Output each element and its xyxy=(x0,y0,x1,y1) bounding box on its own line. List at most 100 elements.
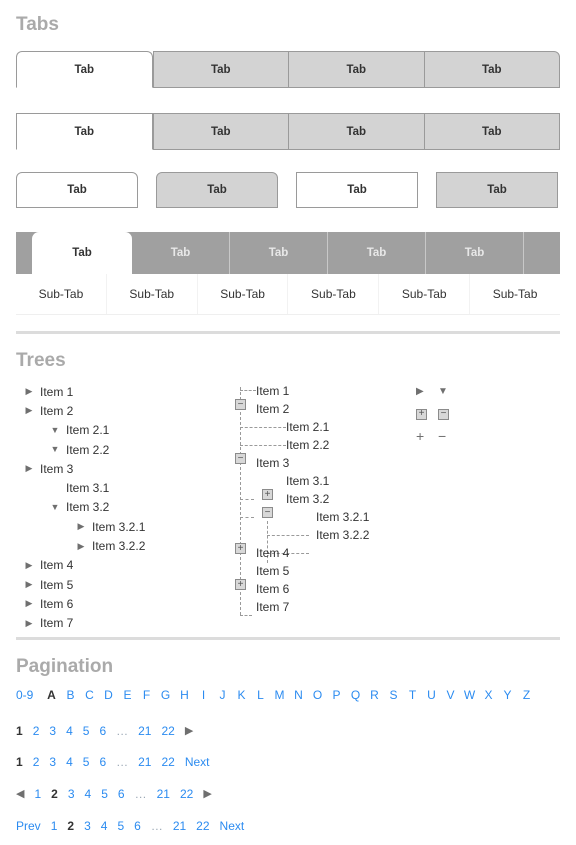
page-link[interactable]: 4 xyxy=(85,787,92,801)
tree-node[interactable]: Item 2 xyxy=(256,400,289,418)
alpha-link[interactable]: D xyxy=(99,688,118,702)
dark-tab-item[interactable]: Tab xyxy=(426,232,524,274)
alpha-link[interactable]: B xyxy=(61,688,80,702)
tab-item[interactable]: Tab xyxy=(16,51,153,88)
tree-node[interactable]: Item 6 xyxy=(256,580,289,598)
tree-node[interactable]: ▶ Item 6 xyxy=(22,594,222,613)
alpha-link[interactable]: Z xyxy=(517,688,536,702)
alpha-link[interactable]: F xyxy=(137,688,156,702)
page-link[interactable]: 2 xyxy=(67,819,74,833)
alpha-link[interactable]: N xyxy=(289,688,308,702)
triangle-right-icon[interactable]: ▶ xyxy=(22,560,36,570)
tree-node[interactable]: Item 2.1 xyxy=(286,418,329,436)
alpha-link[interactable]: A xyxy=(42,688,61,702)
page-link[interactable]: 5 xyxy=(83,755,90,769)
page-link[interactable]: 4 xyxy=(66,755,73,769)
tree-node[interactable]: Item 3.2.1 xyxy=(316,508,369,526)
page-link[interactable]: 5 xyxy=(101,787,108,801)
triangle-right-icon[interactable]: ▶ xyxy=(22,580,36,589)
alpha-link[interactable]: I xyxy=(194,688,213,702)
sub-tab-item[interactable]: Sub-Tab xyxy=(288,274,380,314)
page-link[interactable]: 6 xyxy=(134,819,141,833)
minus-box-icon[interactable]: − xyxy=(235,399,246,410)
triangle-left-icon[interactable]: ◀ xyxy=(16,788,24,800)
page-link[interactable]: 3 xyxy=(68,787,75,801)
tree-node[interactable]: ▶ Item 4 xyxy=(22,556,222,575)
sub-tab-item[interactable]: Sub-Tab xyxy=(198,274,289,314)
dark-tab-item[interactable]: Tab xyxy=(230,232,328,274)
triangle-right-icon[interactable]: ▶ xyxy=(22,387,36,396)
plus-box-icon[interactable]: + xyxy=(416,408,427,420)
page-link[interactable]: 3 xyxy=(49,755,56,769)
tree-node[interactable]: Item 4 xyxy=(256,544,289,562)
tree-node[interactable]: Item 5 xyxy=(256,562,289,580)
tree-node[interactable]: Item 2.2 xyxy=(286,436,329,454)
alpha-link[interactable]: G xyxy=(156,688,175,702)
page-link[interactable]: 6 xyxy=(118,787,125,801)
page-link[interactable]: 21 xyxy=(173,819,186,833)
minus-box-icon[interactable]: − xyxy=(438,408,449,420)
alpha-link[interactable]: Q xyxy=(346,688,365,702)
prev-link[interactable]: Prev xyxy=(16,819,41,833)
tab-item[interactable]: Tab xyxy=(436,172,558,208)
page-link[interactable]: 1 xyxy=(34,787,41,801)
triangle-down-icon[interactable]: ▼ xyxy=(48,425,62,435)
tree-node[interactable]: Item 3 xyxy=(256,454,289,472)
sub-tab-item[interactable]: Sub-Tab xyxy=(470,274,560,314)
alpha-link[interactable]: M xyxy=(270,688,289,702)
triangle-right-icon[interactable]: ▶ xyxy=(185,725,193,737)
tree-node[interactable]: Item 3.1 xyxy=(48,478,222,497)
page-link[interactable]: 6 xyxy=(99,724,106,738)
tree-node[interactable]: ▼ Item 2.1 xyxy=(48,421,222,440)
alpha-link[interactable]: Y xyxy=(498,688,517,702)
triangle-right-icon[interactable]: ▶ xyxy=(22,618,36,628)
triangle-down-icon[interactable]: ▼ xyxy=(48,502,62,512)
sub-tab-item[interactable]: Sub-Tab xyxy=(379,274,471,314)
next-link[interactable]: Next xyxy=(220,819,245,833)
plus-box-icon[interactable]: + xyxy=(235,543,246,554)
tree-node[interactable]: ▶ Item 3 xyxy=(22,459,222,478)
page-link[interactable]: 3 xyxy=(84,819,91,833)
tree-node[interactable]: ▶ Item 1 xyxy=(22,382,222,401)
page-link[interactable]: 1 xyxy=(51,819,58,833)
page-link[interactable]: 21 xyxy=(138,724,151,738)
alpha-link[interactable]: V xyxy=(441,688,460,702)
tab-item[interactable]: Tab xyxy=(156,172,278,208)
page-link[interactable]: 2 xyxy=(51,787,58,801)
page-link[interactable]: 22 xyxy=(196,819,209,833)
page-link[interactable]: 1 xyxy=(16,724,23,738)
sub-tab-item[interactable]: Sub-Tab xyxy=(16,274,107,314)
triangle-down-icon[interactable]: ▼ xyxy=(48,445,62,454)
tab-item[interactable]: Tab xyxy=(423,113,560,150)
triangle-down-icon[interactable]: ▼ xyxy=(438,387,448,397)
page-link[interactable]: 5 xyxy=(117,819,124,833)
triangle-right-icon[interactable]: ▶ xyxy=(416,387,424,397)
alpha-link[interactable]: X xyxy=(479,688,498,702)
dark-tab-item[interactable]: Tab xyxy=(132,232,230,274)
alpha-link[interactable]: U xyxy=(422,688,441,702)
alpha-link[interactable]: L xyxy=(251,688,270,702)
tab-item[interactable]: Tab xyxy=(288,113,424,150)
minus-box-icon[interactable]: − xyxy=(235,453,246,464)
alpha-link[interactable]: H xyxy=(175,688,194,702)
plus-box-icon[interactable]: + xyxy=(235,579,246,590)
triangle-right-icon[interactable]: ▶ xyxy=(22,464,36,473)
tree-node[interactable]: Item 3.1 xyxy=(286,472,329,490)
page-link[interactable]: 22 xyxy=(161,724,174,738)
page-link[interactable]: 4 xyxy=(101,819,108,833)
alpha-link[interactable]: E xyxy=(118,688,137,702)
tree-node[interactable]: Item 3.2 xyxy=(286,490,329,508)
alpha-link[interactable]: S xyxy=(384,688,403,702)
plus-icon[interactable]: + xyxy=(416,429,424,443)
sub-tab-item[interactable]: Sub-Tab xyxy=(107,274,198,314)
alpha-link[interactable]: K xyxy=(232,688,251,702)
triangle-right-icon[interactable]: ▶ xyxy=(203,788,211,800)
alpha-link[interactable]: C xyxy=(80,688,99,702)
triangle-right-icon[interactable]: ▶ xyxy=(74,522,88,531)
alpha-link[interactable]: P xyxy=(327,688,346,702)
page-link[interactable]: 21 xyxy=(138,755,151,769)
tree-node[interactable]: Item 1 xyxy=(256,382,289,400)
tree-node[interactable]: Item 3.2.2 xyxy=(316,526,369,544)
dark-tab-item[interactable]: Tab xyxy=(32,232,132,274)
next-link[interactable]: Next xyxy=(185,755,210,769)
